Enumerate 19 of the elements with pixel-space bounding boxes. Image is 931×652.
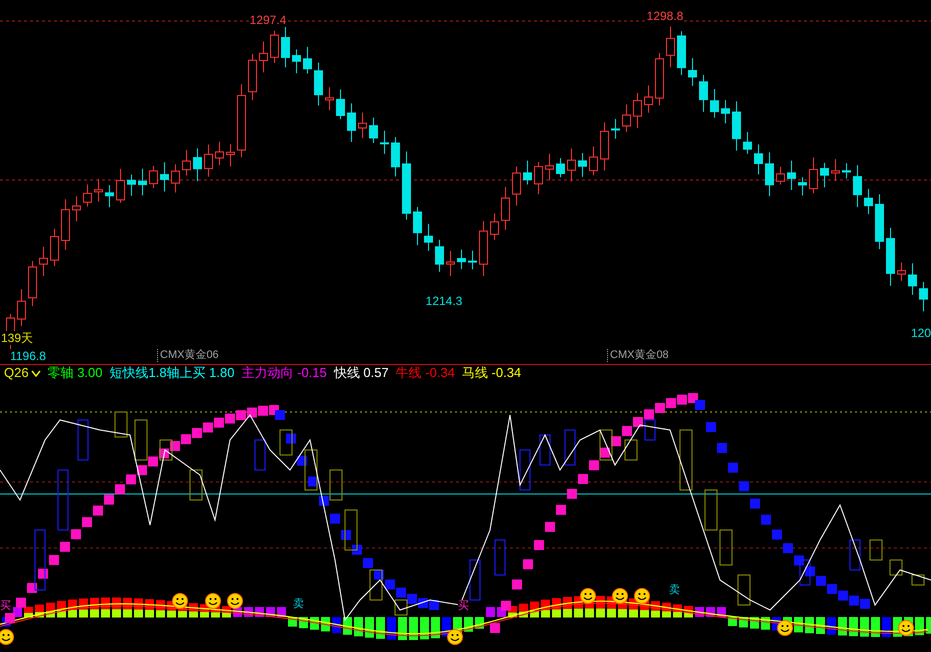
contract-label: CMX黄金06 bbox=[157, 349, 219, 362]
sell-signal: 卖 bbox=[293, 598, 304, 610]
price-label: 1214.3 bbox=[426, 294, 462, 308]
indicator-selector[interactable]: Q26 bbox=[4, 365, 41, 381]
buy-signal: 买 bbox=[0, 600, 11, 612]
legend-item: 短快线1.8轴上买 1.80 bbox=[110, 365, 234, 381]
sell-signal: 卖 bbox=[669, 584, 680, 596]
price-label: 120 bbox=[910, 326, 931, 340]
price-label: 1297.4 bbox=[250, 13, 286, 27]
buy-signal: 买 bbox=[458, 600, 469, 612]
legend-item: 零轴 3.00 bbox=[48, 365, 102, 381]
contract-label: CMX黄金08 bbox=[607, 349, 669, 362]
price-label: 1298.8 bbox=[646, 9, 684, 23]
legend-item: 马线 -0.34 bbox=[462, 365, 522, 381]
legend-item: 主力动向 -0.15 bbox=[242, 365, 327, 381]
day-count-label: 139天 bbox=[1, 331, 34, 345]
legend-item: 快线 0.57 bbox=[334, 365, 389, 381]
price-label: 1196.8 bbox=[10, 349, 46, 363]
legend-item: 牛线 -0.34 bbox=[396, 365, 455, 381]
